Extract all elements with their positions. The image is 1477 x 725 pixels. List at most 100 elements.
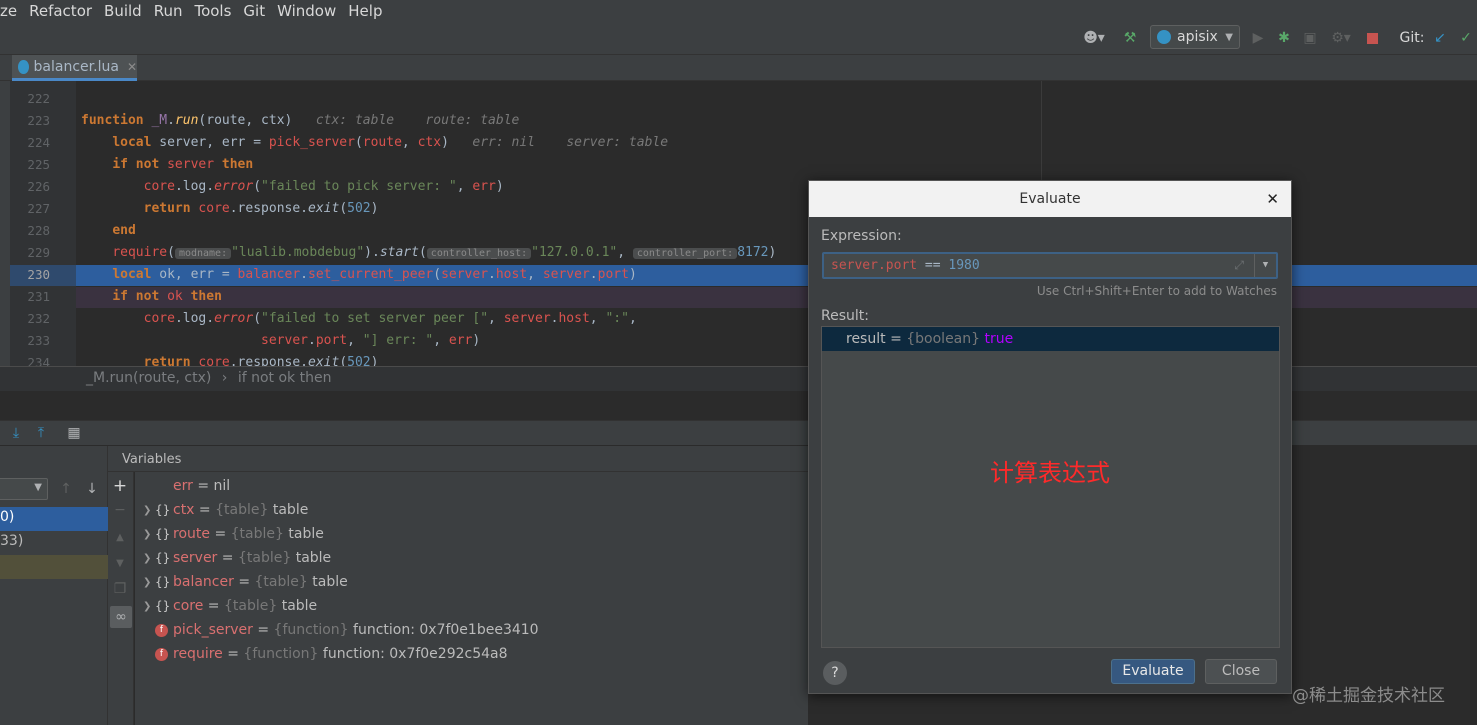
chevron-down-icon[interactable]: ▼ — [1254, 254, 1276, 277]
git-label: Git: — [1399, 30, 1425, 46]
remove-watch-icon[interactable]: − — [112, 500, 128, 520]
code-line[interactable]: end — [81, 223, 135, 238]
code-line[interactable]: local ok, err = balancer.set_current_pee… — [81, 267, 636, 282]
frames-panel: ▼ ↑ ↓ 0) 33) — [0, 446, 108, 725]
result-tree[interactable]: result = {boolean} true 计算表达式 — [821, 326, 1280, 648]
code-line[interactable]: if not ok then — [81, 289, 222, 304]
arrow-up-icon[interactable]: ↑ — [58, 479, 74, 499]
line-number: 229 — [27, 245, 50, 260]
line-number: 227 — [27, 201, 50, 216]
calculator-icon[interactable]: ▦ — [66, 423, 82, 443]
code-line[interactable]: if not server then — [81, 157, 253, 172]
line-number: 223 — [27, 113, 50, 128]
expand-icon[interactable]: ⤢ — [1234, 254, 1244, 277]
move-up-icon[interactable]: ▲ — [112, 527, 128, 547]
frame-item[interactable]: 0) — [0, 507, 108, 531]
menu-tools[interactable]: Tools — [190, 2, 235, 20]
debug-icon[interactable]: ✱ — [1276, 28, 1292, 48]
code-line[interactable]: core.log.error("failed to set server pee… — [81, 311, 637, 326]
copy-icon[interactable]: ❐ — [112, 579, 128, 599]
move-down-icon[interactable]: ▼ — [112, 553, 128, 573]
coverage-icon[interactable]: ▣ — [1302, 28, 1318, 48]
menu-run[interactable]: Run — [150, 2, 187, 20]
tab-label: balancer.lua — [33, 58, 119, 75]
code-line[interactable]: server.port, "] err: ", err) — [81, 333, 480, 348]
variables-list: err = nil ❯ {} ctx = {table} table ❯ {} … — [135, 472, 808, 725]
annotation-text: 计算表达式 — [990, 459, 1110, 487]
code-line[interactable]: core.log.error("failed to pick server: "… — [81, 179, 504, 194]
close-icon[interactable]: ✕ — [127, 60, 137, 74]
menu-build[interactable]: Build — [100, 2, 146, 20]
expression-lhs: server.port — [831, 258, 918, 273]
step-into-icon[interactable]: ⤓ — [8, 423, 24, 443]
evaluate-button[interactable]: Evaluate — [1111, 659, 1195, 684]
glasses-icon[interactable]: ∞ — [110, 606, 132, 628]
line-number: 224 — [27, 135, 50, 150]
code-line[interactable]: function _M.run(route, ctx) ctx: table r… — [81, 113, 519, 128]
close-button[interactable]: Close — [1205, 659, 1277, 684]
expand-arrow-icon[interactable]: ❯ — [143, 505, 155, 516]
variable-row[interactable]: err = nil — [135, 474, 230, 498]
expand-arrow-icon[interactable]: ❯ — [143, 601, 155, 612]
variables-header: Variables — [108, 446, 808, 472]
line-number: 225 — [27, 157, 50, 172]
dialog-title-bar[interactable]: Evaluate ✕ — [809, 181, 1291, 217]
help-button[interactable]: ? — [823, 661, 847, 685]
result-equals: = — [890, 331, 902, 347]
variable-row[interactable]: ❯ {} server = {table} table — [135, 546, 331, 570]
line-number: 232 — [27, 311, 50, 326]
line-number: 222 — [27, 91, 50, 106]
line-number: 226 — [27, 179, 50, 194]
table-icon: {} — [155, 551, 171, 565]
user-icon[interactable]: ☻▾ — [1080, 28, 1108, 48]
stop-icon[interactable] — [1364, 28, 1380, 48]
table-icon: {} — [155, 575, 171, 589]
variable-row[interactable]: f require = {function} function: 0x7f0e2… — [135, 642, 508, 666]
expression-input[interactable]: server.port == 1980 ⤢ ▼ — [822, 252, 1278, 279]
result-name: result — [846, 331, 886, 347]
profile-icon[interactable]: ⚙▾ — [1326, 28, 1356, 48]
variable-row[interactable]: ❯ {} core = {table} table — [135, 594, 317, 618]
result-row[interactable]: result = {boolean} true — [822, 327, 1279, 351]
variable-row[interactable]: ❯ {} ctx = {table} table — [135, 498, 308, 522]
arrow-down-icon[interactable]: ↓ — [84, 479, 100, 499]
run-config-label: apisix — [1177, 29, 1218, 45]
run-config-select[interactable]: apisix ▼ — [1150, 25, 1240, 49]
variable-row[interactable]: ❯ {} route = {table} table — [135, 522, 324, 546]
line-number: 233 — [27, 333, 50, 348]
add-watch-icon[interactable]: + — [112, 476, 128, 496]
result-type: {boolean} — [906, 331, 981, 347]
code-line[interactable]: return core.response.exit(502) — [81, 355, 379, 366]
code-line[interactable]: local server, err = pick_server(route, c… — [81, 135, 668, 150]
breadcrumb-block[interactable]: if not ok then — [238, 370, 332, 386]
step-out-icon[interactable]: ⤒ — [33, 423, 49, 443]
result-label: Result: — [821, 308, 869, 324]
thread-select[interactable]: ▼ — [0, 478, 48, 500]
watches-hint: Use Ctrl+Shift+Enter to add to Watches — [1036, 284, 1277, 298]
breadcrumb-separator: › — [221, 370, 228, 386]
code-line[interactable]: return core.response.exit(502) — [81, 201, 379, 216]
tab-balancer-lua[interactable]: balancer.lua ✕ — [12, 55, 137, 81]
menu-git[interactable]: Git — [239, 2, 269, 20]
frame-item[interactable]: 33) — [0, 531, 108, 555]
git-commit-icon[interactable]: ✓ — [1458, 28, 1474, 48]
run-icon[interactable]: ▶ — [1250, 28, 1266, 48]
breadcrumb-function[interactable]: _M.run(route, ctx) — [86, 370, 211, 386]
menu-analyze[interactable]: ze — [0, 2, 21, 20]
frame-item-empty[interactable] — [0, 555, 108, 579]
menu-window[interactable]: Window — [273, 2, 340, 20]
variable-row[interactable]: ❯ {} balancer = {table} table — [135, 570, 348, 594]
expand-arrow-icon[interactable]: ❯ — [143, 529, 155, 540]
close-icon[interactable]: ✕ — [1266, 181, 1279, 217]
expand-arrow-icon[interactable]: ❯ — [143, 577, 155, 588]
hammer-icon[interactable]: ⚒ — [1120, 28, 1140, 48]
lua-file-icon — [18, 59, 29, 74]
git-update-icon[interactable]: ↙ — [1432, 28, 1448, 48]
menu-refactor[interactable]: Refactor — [25, 2, 96, 20]
menu-help[interactable]: Help — [344, 2, 386, 20]
variable-row[interactable]: f pick_server = {function} function: 0x7… — [135, 618, 539, 642]
result-value: true — [984, 331, 1014, 347]
expand-arrow-icon[interactable]: ❯ — [143, 553, 155, 564]
line-number: 230 — [27, 267, 50, 282]
code-line[interactable]: require(modname: "lualib.mobdebug").start… — [81, 245, 776, 260]
